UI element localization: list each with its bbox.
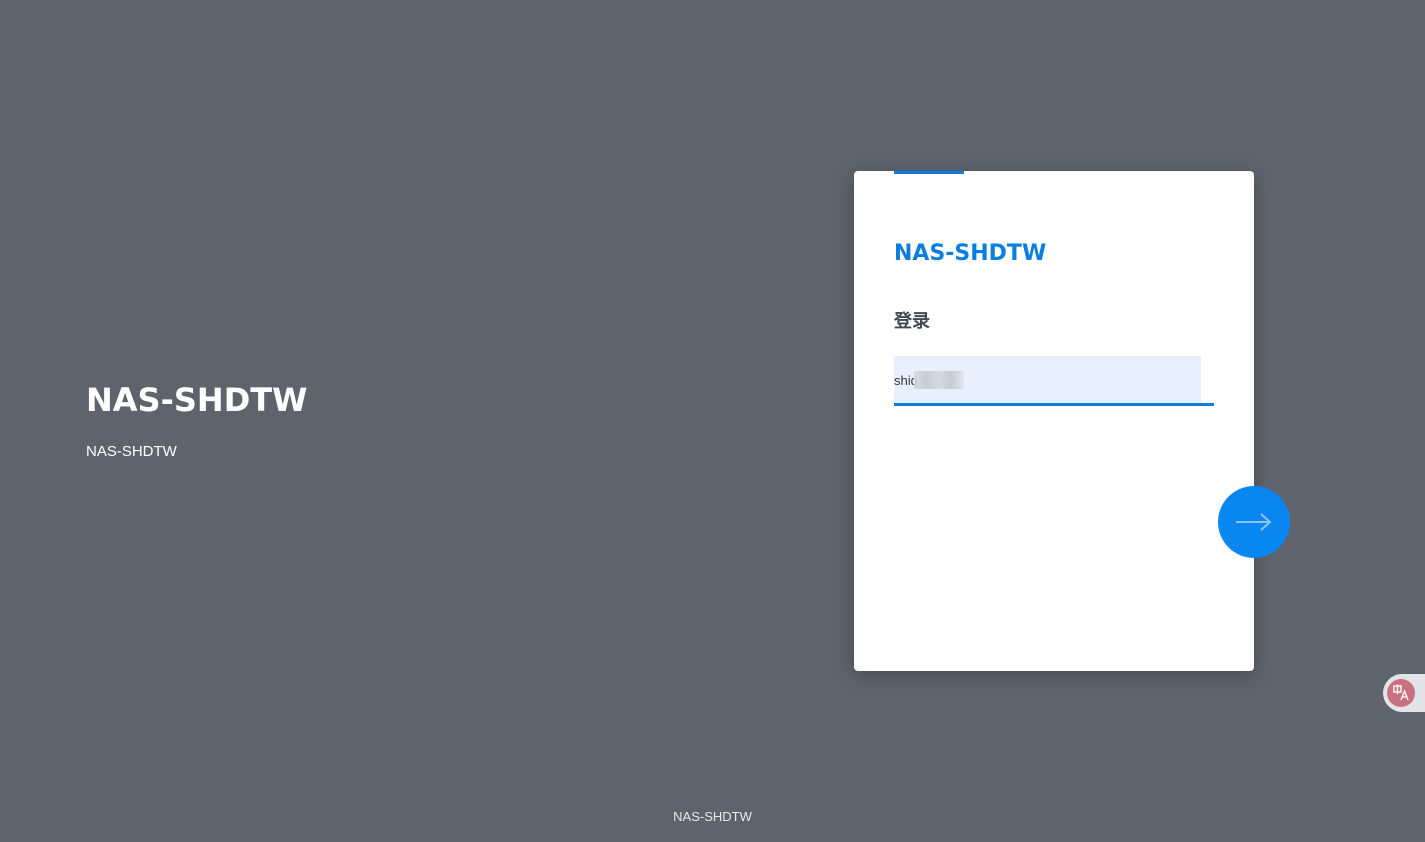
branding-title: NAS-SHDTW — [86, 381, 308, 419]
translate-icon — [1387, 679, 1415, 707]
username-field-underline — [894, 403, 1214, 406]
login-card: NAS-SHDTW 登录 — [854, 171, 1254, 671]
arrow-right-icon — [1236, 513, 1272, 531]
branding-subtitle: NAS-SHDTW — [86, 443, 177, 460]
login-heading: 登录 — [894, 311, 930, 331]
username-field — [894, 356, 1214, 406]
redacted-text-mask — [914, 371, 964, 389]
footer-text: NAS-SHDTW — [673, 809, 752, 824]
card-accent-bar — [894, 171, 964, 174]
card-title: NAS-SHDTW — [894, 241, 1047, 266]
translate-widget[interactable] — [1383, 674, 1425, 712]
next-button[interactable] — [1218, 486, 1290, 558]
